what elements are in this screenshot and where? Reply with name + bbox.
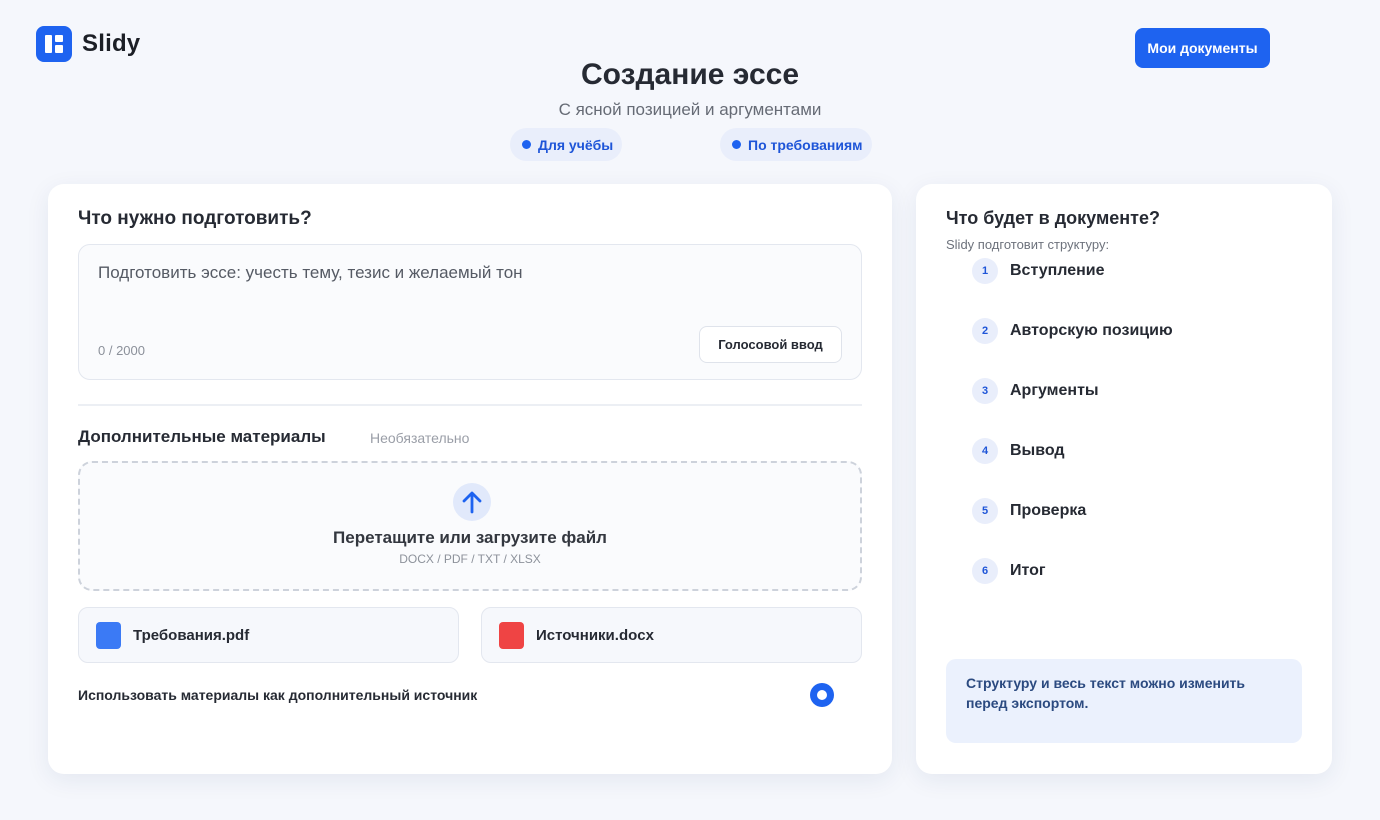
radio-dot-icon [817, 690, 827, 700]
pdf-file-icon [96, 621, 121, 649]
step-label: Авторскую позицию [1010, 322, 1173, 339]
dropzone-formats: DOCX / PDF / TXT / XLSX [399, 552, 541, 566]
use-materials-radio[interactable] [810, 683, 834, 707]
structure-item: 5 Проверка [972, 498, 1272, 524]
structure-item: 3 Аргументы [972, 378, 1272, 404]
logo[interactable]: Slidy [36, 26, 140, 62]
file-dropzone[interactable]: Перетащите или загрузите файл DOCX / PDF… [78, 461, 862, 591]
tag-label: Для учёбы [538, 136, 614, 153]
structure-item: 2 Авторскую позицию [972, 318, 1272, 344]
step-number: 3 [972, 378, 998, 404]
prompt-input[interactable]: Подготовить эссе: учесть тему, тезис и ж… [78, 244, 862, 380]
structure-subtitle: Slidy подготовит структуру: [946, 237, 1110, 252]
char-counter: 0 / 2000 [98, 343, 145, 358]
task-card: Что нужно подготовить? Подготовить эссе:… [48, 184, 892, 774]
tag-requirements: По требованиям [720, 128, 872, 161]
structure-title: Что будет в документе? [946, 208, 1160, 228]
dropzone-title: Перетащите или загрузите файл [333, 528, 607, 547]
logo-icon [36, 26, 72, 62]
step-number: 6 [972, 558, 998, 584]
step-number: 5 [972, 498, 998, 524]
attached-file[interactable]: Требования.pdf [78, 607, 459, 663]
structure-item: 1 Вступление [972, 258, 1272, 284]
use-materials-label: Использовать материалы как дополнительны… [78, 687, 478, 703]
page-title: Создание эссе [580, 58, 800, 91]
structure-item: 6 Итог [972, 558, 1272, 584]
prompt-placeholder: Подготовить эссе: учесть тему, тезис и ж… [98, 263, 523, 282]
step-label: Проверка [1010, 502, 1087, 519]
page-subtitle: С ясной позицией и аргументами [558, 100, 822, 119]
docx-file-icon [499, 621, 524, 649]
step-label: Итог [1010, 562, 1046, 579]
optional-label: Необязательно [370, 430, 470, 446]
step-number: 4 [972, 438, 998, 464]
file-name: Источники.docx [536, 626, 654, 644]
step-label: Вывод [1010, 442, 1065, 459]
voice-input-button[interactable]: Голосовой ввод [699, 326, 842, 363]
materials-title: Дополнительные материалы [78, 427, 326, 446]
arrow-up-icon [453, 483, 491, 521]
structure-card: Что будет в документе? Slidy подготовит … [916, 184, 1332, 774]
brand-name: Slidy [82, 30, 141, 57]
attached-file[interactable]: Источники.docx [481, 607, 862, 663]
structure-item: 4 Вывод [972, 438, 1272, 464]
task-title: Что нужно подготовить? [78, 208, 312, 229]
dot-icon [732, 140, 741, 149]
edit-note: Структуру и весь текст можно изменить пе… [946, 659, 1302, 743]
step-label: Вступление [1010, 262, 1105, 279]
step-number: 1 [972, 258, 998, 284]
file-name: Требования.pdf [133, 626, 250, 644]
tag-label: По требованиям [748, 136, 863, 153]
step-number: 2 [972, 318, 998, 344]
tag-study: Для учёбы [510, 128, 623, 161]
step-label: Аргументы [1010, 382, 1099, 399]
dot-icon [522, 140, 531, 149]
divider [78, 404, 862, 406]
